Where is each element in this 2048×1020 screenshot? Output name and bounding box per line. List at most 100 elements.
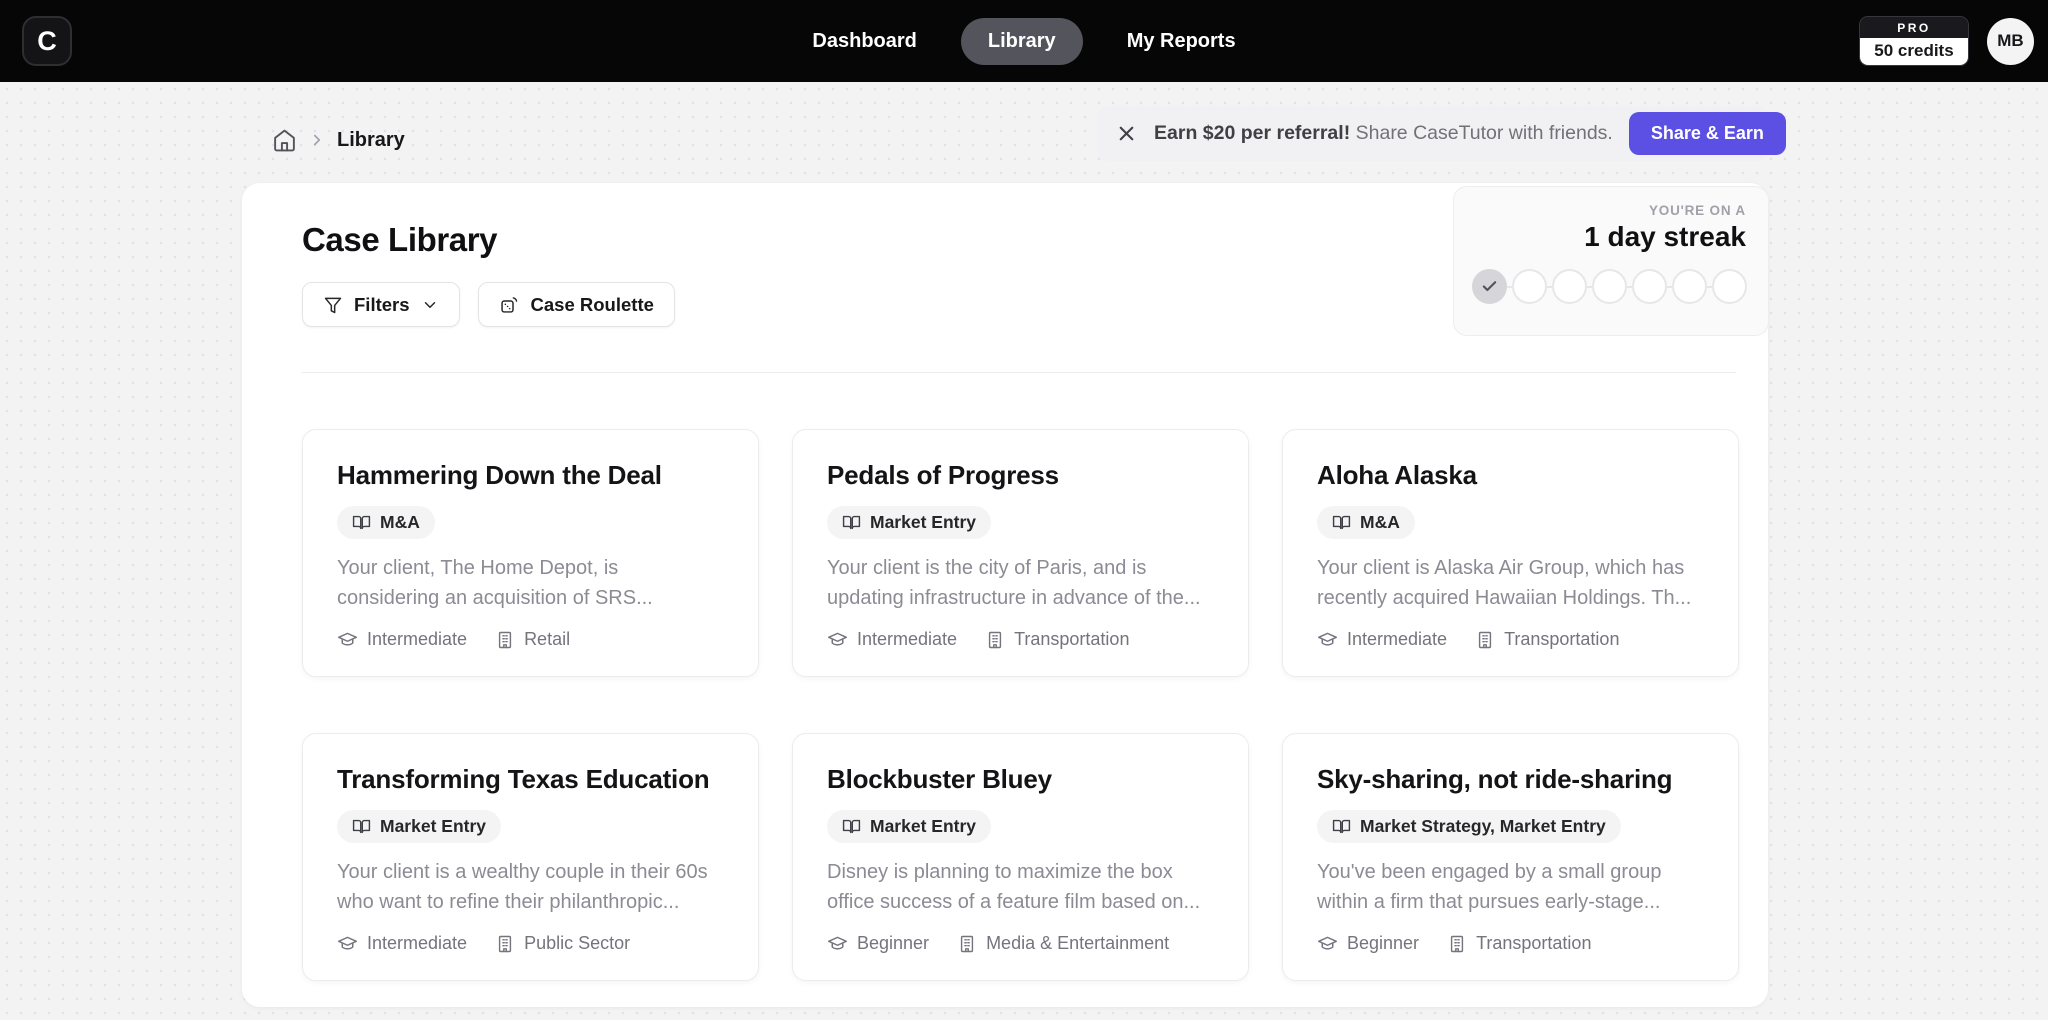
referral-banner: Earn $20 per referral! Share CaseTutor w… (1097, 106, 1769, 161)
case-card-transforming-texas-education[interactable]: Transforming Texas Education Market Entr… (302, 733, 759, 981)
top-nav-bar: C Dashboard Library My Reports PRO 50 cr… (0, 0, 2048, 82)
section-divider (302, 372, 1736, 373)
referral-banner-text: Earn $20 per referral! Share CaseTutor w… (1154, 122, 1613, 145)
building-icon (985, 630, 1005, 650)
case-title: Transforming Texas Education (337, 764, 724, 795)
case-meta: Intermediate Retail (337, 629, 724, 650)
case-difficulty-label: Intermediate (367, 933, 467, 954)
book-open-icon (842, 513, 861, 532)
book-open-icon (352, 513, 371, 532)
case-difficulty-label: Intermediate (1347, 629, 1447, 650)
case-card-aloha-alaska[interactable]: Aloha Alaska M&A Your client is Alaska A… (1282, 429, 1739, 677)
book-open-icon (352, 817, 371, 836)
referral-banner-highlight: Earn $20 per referral! (1154, 122, 1350, 144)
case-meta: Intermediate Transportation (827, 629, 1214, 650)
graduation-cap-icon (1317, 629, 1338, 650)
user-avatar[interactable]: MB (1987, 18, 2034, 65)
case-difficulty-label: Intermediate (367, 629, 467, 650)
case-title: Pedals of Progress (827, 460, 1214, 491)
case-difficulty-label: Beginner (857, 933, 929, 954)
nav-right-cluster: PRO 50 credits MB (1859, 0, 2034, 82)
case-difficulty-label: Beginner (1347, 933, 1419, 954)
streak-widget: YOU'RE ON A 1 day streak (1453, 186, 1769, 336)
case-meta: Intermediate Transportation (1317, 629, 1704, 650)
case-card-sky-sharing-not-ride-sharing[interactable]: Sky-sharing, not ride-sharing Market Str… (1282, 733, 1739, 981)
case-tag-label: Market Strategy, Market Entry (1360, 816, 1606, 837)
case-industry-label: Public Sector (524, 933, 630, 954)
building-icon (495, 934, 515, 954)
case-industry-label: Retail (524, 629, 570, 650)
dice-icon (499, 294, 520, 315)
graduation-cap-icon (827, 933, 848, 954)
case-meta: Beginner Transportation (1317, 933, 1704, 954)
case-industry-label: Transportation (1014, 629, 1129, 650)
graduation-cap-icon (337, 629, 358, 650)
case-difficulty: Intermediate (827, 629, 957, 650)
filters-button-label: Filters (354, 294, 410, 316)
case-card-blockbuster-bluey[interactable]: Blockbuster Bluey Market Entry Disney is… (792, 733, 1249, 981)
nav-item-dashboard[interactable]: Dashboard (802, 18, 926, 65)
graduation-cap-icon (1317, 933, 1338, 954)
case-industry-label: Transportation (1504, 629, 1619, 650)
case-difficulty: Beginner (1317, 933, 1419, 954)
building-icon (1475, 630, 1495, 650)
case-industry: Public Sector (495, 933, 630, 954)
case-industry: Transportation (985, 629, 1129, 650)
nav-links: Dashboard Library My Reports (0, 0, 2048, 82)
avatar-initials: MB (1997, 31, 2023, 51)
case-description: Your client, The Home Depot, is consider… (337, 553, 724, 613)
streak-day-dot (1712, 269, 1747, 304)
case-card-pedals-of-progress[interactable]: Pedals of Progress Market Entry Your cli… (792, 429, 1249, 677)
plan-credits-badge[interactable]: PRO 50 credits (1859, 16, 1969, 66)
referral-banner-rest: Share CaseTutor with friends. (1350, 122, 1613, 144)
case-tag-badge: Market Entry (337, 810, 501, 843)
close-icon[interactable] (1115, 122, 1138, 145)
streak-day-dot (1472, 269, 1507, 304)
book-open-icon (1332, 817, 1351, 836)
chevron-down-icon (421, 296, 439, 314)
case-industry: Transportation (1447, 933, 1591, 954)
nav-item-my-reports[interactable]: My Reports (1117, 18, 1246, 65)
case-tag-badge: M&A (1317, 506, 1415, 539)
home-icon[interactable] (272, 128, 297, 153)
case-difficulty: Beginner (827, 933, 929, 954)
case-tag-label: Market Entry (380, 816, 486, 837)
case-description: Your client is a wealthy couple in their… (337, 857, 724, 917)
case-tag-label: Market Entry (870, 512, 976, 533)
case-description: Disney is planning to maximize the box o… (827, 857, 1214, 917)
case-difficulty: Intermediate (337, 933, 467, 954)
case-industry-label: Transportation (1476, 933, 1591, 954)
share-earn-button[interactable]: Share & Earn (1629, 112, 1786, 155)
book-open-icon (1332, 513, 1351, 532)
case-card-hammering-down-the-deal[interactable]: Hammering Down the Deal M&A Your client,… (302, 429, 759, 677)
case-roulette-button[interactable]: Case Roulette (478, 282, 675, 327)
case-description: Your client is Alaska Air Group, which h… (1317, 553, 1704, 613)
filters-button[interactable]: Filters (302, 282, 460, 327)
streak-day-dot (1512, 269, 1547, 304)
case-title: Aloha Alaska (1317, 460, 1704, 491)
case-meta: Intermediate Public Sector (337, 933, 724, 954)
building-icon (1447, 934, 1467, 954)
library-actions: Filters Case Roulette (302, 282, 675, 327)
case-grid: Hammering Down the Deal M&A Your client,… (302, 429, 1739, 981)
streak-day-dots (1472, 269, 1746, 304)
page-title: Case Library (302, 221, 497, 259)
plan-credits-label: 50 credits (1860, 38, 1968, 65)
breadcrumb-current: Library (337, 129, 405, 152)
case-title: Hammering Down the Deal (337, 460, 724, 491)
case-tag-label: Market Entry (870, 816, 976, 837)
streak-title: 1 day streak (1476, 221, 1746, 253)
streak-day-dot (1592, 269, 1627, 304)
graduation-cap-icon (827, 629, 848, 650)
case-title: Sky-sharing, not ride-sharing (1317, 764, 1704, 795)
chevron-right-icon (308, 131, 326, 149)
case-title: Blockbuster Bluey (827, 764, 1214, 795)
case-industry: Media & Entertainment (957, 933, 1169, 954)
graduation-cap-icon (337, 933, 358, 954)
case-industry: Transportation (1475, 629, 1619, 650)
case-difficulty: Intermediate (337, 629, 467, 650)
nav-item-library[interactable]: Library (961, 18, 1083, 65)
streak-day-dot (1552, 269, 1587, 304)
case-difficulty-label: Intermediate (857, 629, 957, 650)
building-icon (957, 934, 977, 954)
